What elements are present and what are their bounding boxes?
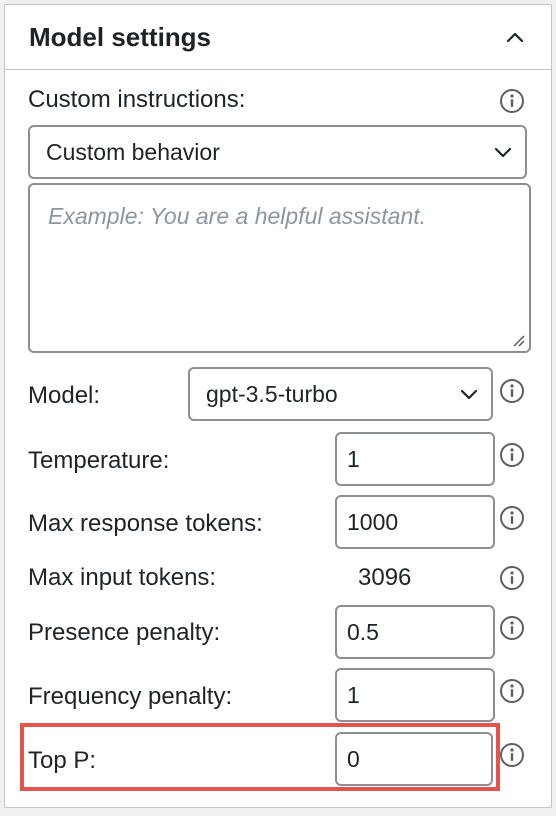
- max-input-tokens-value: 3096: [358, 564, 412, 591]
- max-response-tokens-input[interactable]: 1000: [335, 495, 495, 549]
- resize-grip-icon[interactable]: [511, 333, 525, 347]
- temperature-label: Temperature:: [28, 447, 170, 474]
- model-label: Model:: [28, 382, 101, 409]
- model-info-icon[interactable]: [499, 378, 525, 404]
- frequency-penalty-input[interactable]: 1: [335, 668, 495, 722]
- custom-instructions-select[interactable]: Custom behavior: [28, 125, 527, 179]
- custom-instructions-textarea[interactable]: Example: You are a helpful assistant.: [28, 183, 531, 353]
- frequency-penalty-info-icon[interactable]: [499, 678, 525, 704]
- frequency-penalty-label: Frequency penalty:: [28, 683, 233, 710]
- chevron-up-icon: [506, 32, 524, 43]
- custom-instructions-label: Custom instructions:: [28, 86, 246, 113]
- collapse-button[interactable]: [497, 19, 533, 55]
- presence-penalty-info-icon[interactable]: [499, 615, 525, 641]
- max-response-tokens-label: Max response tokens:: [28, 510, 263, 537]
- model-selected-value: gpt-3.5-turbo: [206, 380, 338, 407]
- textarea-placeholder: Example: You are a helpful assistant.: [48, 203, 427, 229]
- chevron-down-icon: [489, 138, 517, 166]
- presence-penalty-input[interactable]: 0.5: [335, 605, 495, 659]
- top-p-input[interactable]: 0: [335, 732, 493, 786]
- max-input-tokens-info-icon[interactable]: [499, 565, 525, 591]
- model-select[interactable]: gpt-3.5-turbo: [188, 367, 493, 421]
- panel-header[interactable]: Model settings: [5, 5, 551, 70]
- top-p-label: Top P:: [28, 747, 97, 774]
- presence-penalty-label: Presence penalty:: [28, 619, 221, 646]
- max-input-tokens-label: Max input tokens:: [28, 564, 217, 591]
- temperature-info-icon[interactable]: [499, 442, 525, 468]
- panel-title: Model settings: [29, 22, 212, 52]
- chevron-down-icon: [455, 380, 483, 408]
- custom-instructions-info-icon[interactable]: [499, 88, 525, 114]
- temperature-input[interactable]: 1: [335, 432, 495, 486]
- top-p-info-icon[interactable]: [499, 742, 525, 768]
- max-response-tokens-info-icon[interactable]: [499, 505, 525, 531]
- custom-instructions-selected-value: Custom behavior: [46, 138, 220, 165]
